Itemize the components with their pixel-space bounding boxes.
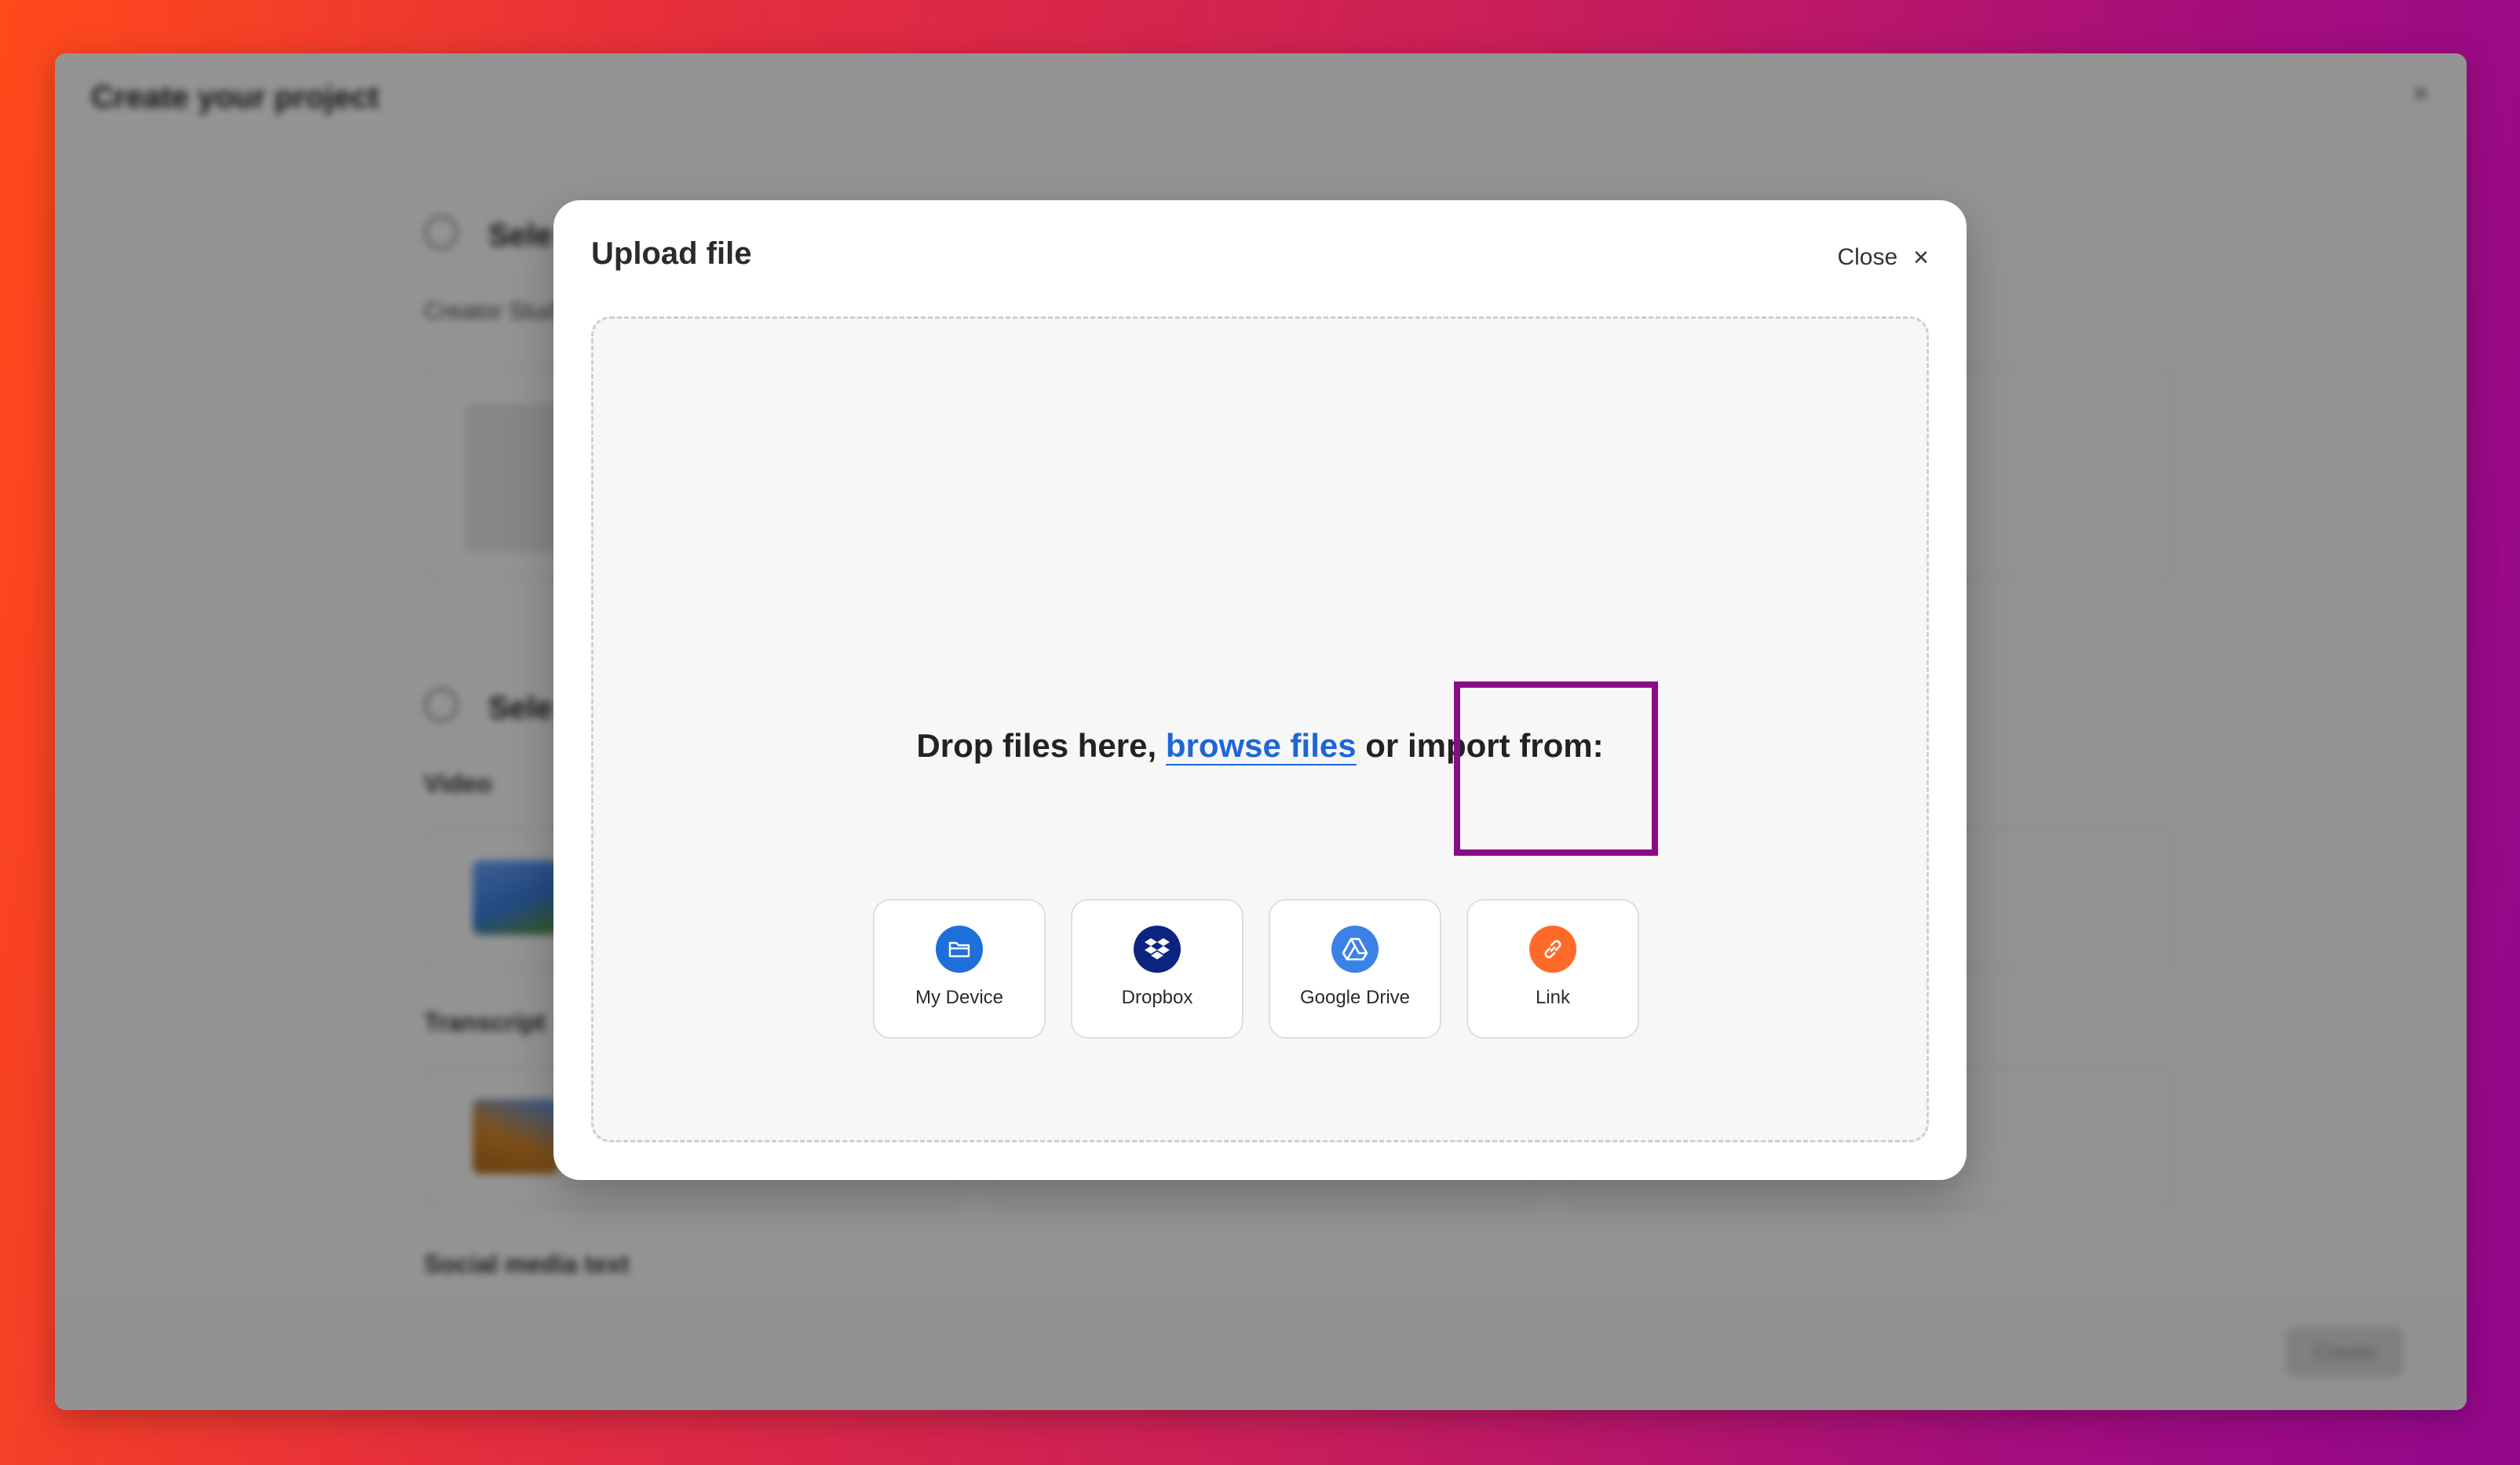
dropbox-icon bbox=[1134, 926, 1181, 973]
source-label: Link bbox=[1535, 987, 1571, 1008]
file-dropzone[interactable]: Drop files here, browse files or import … bbox=[591, 316, 1929, 1142]
browse-files-link[interactable]: browse files bbox=[1165, 727, 1357, 765]
google-drive-icon bbox=[1331, 926, 1379, 973]
close-button[interactable]: Close × bbox=[1837, 244, 1929, 271]
source-label: Dropbox bbox=[1121, 987, 1193, 1008]
link-icon bbox=[1529, 926, 1576, 973]
close-icon: × bbox=[1913, 243, 1929, 272]
drop-suffix-text: or import from: bbox=[1365, 727, 1604, 764]
close-label: Close bbox=[1837, 244, 1898, 270]
upload-file-modal: Upload file Close × Drop files here, bro… bbox=[553, 200, 1967, 1180]
folder-icon bbox=[936, 926, 983, 973]
source-label: My Device bbox=[915, 987, 1004, 1008]
modal-title: Upload file bbox=[591, 236, 752, 271]
source-my-device-button[interactable]: My Device bbox=[873, 899, 1046, 1039]
source-google-drive-button[interactable]: Google Drive bbox=[1269, 899, 1441, 1039]
source-link-button[interactable]: Link bbox=[1466, 899, 1639, 1039]
import-sources: My Device Dropbox Google Drive Link bbox=[873, 899, 1639, 1039]
drop-prefix-text: Drop files here, bbox=[916, 727, 1157, 764]
source-label: Google Drive bbox=[1299, 987, 1411, 1008]
source-dropbox-button[interactable]: Dropbox bbox=[1071, 899, 1244, 1039]
dropzone-instructions: Drop files here, browse files or import … bbox=[593, 727, 1927, 765]
